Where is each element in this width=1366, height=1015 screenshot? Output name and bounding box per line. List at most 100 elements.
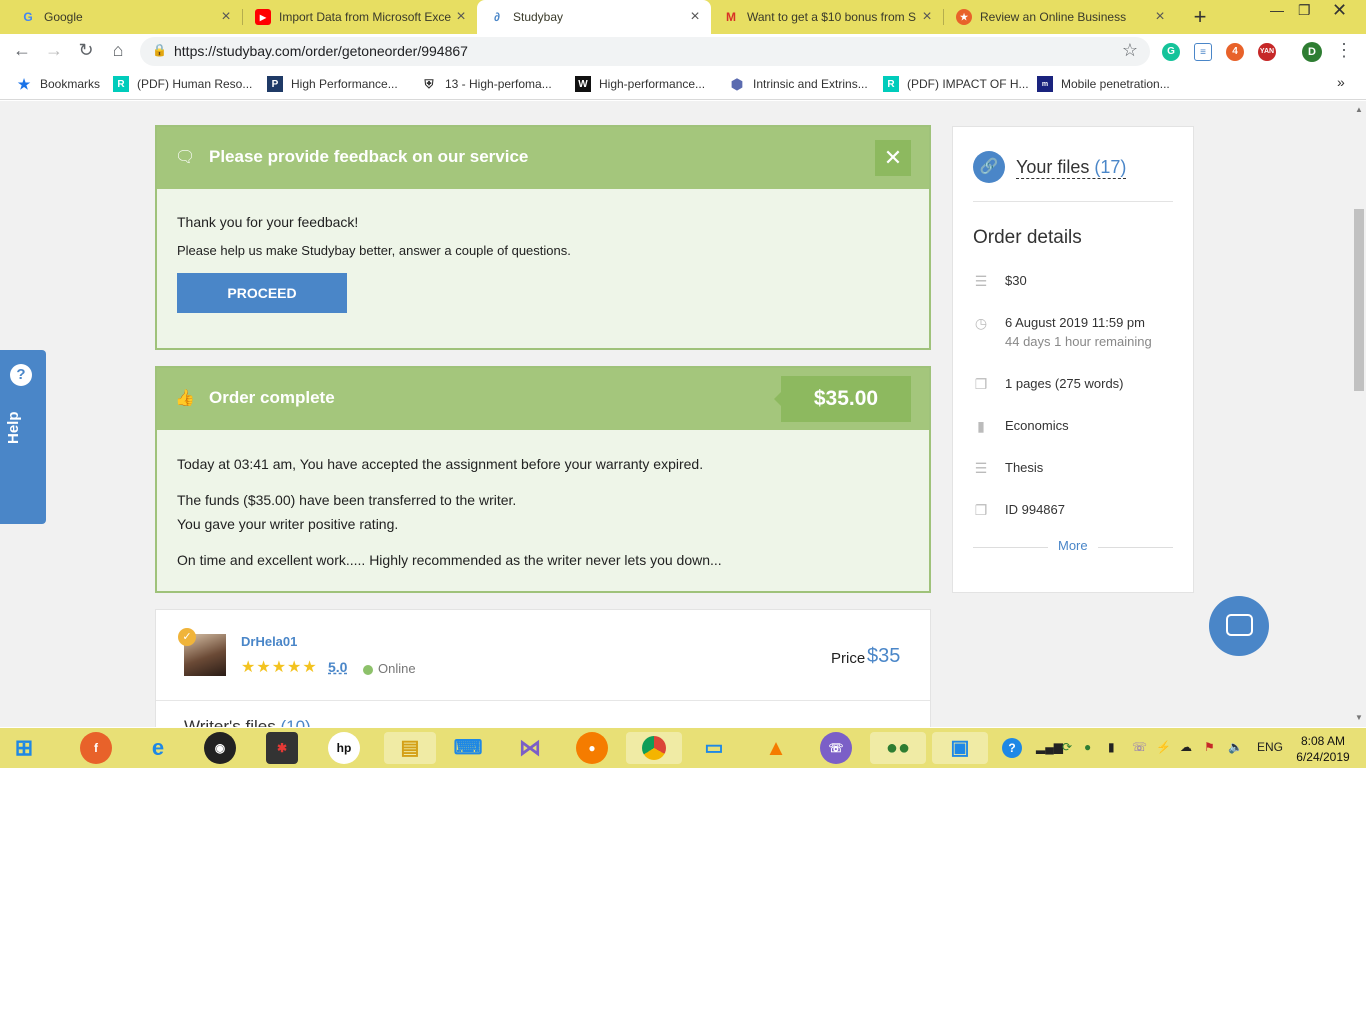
researchgate-icon: R — [883, 76, 899, 92]
signal-icon[interactable]: ▂▄▆ — [1036, 740, 1063, 754]
flag-icon[interactable]: ⚑ — [1204, 740, 1215, 754]
help-tray-icon[interactable]: ? — [1002, 738, 1022, 758]
chrome-icon[interactable] — [626, 732, 682, 764]
vlc-icon[interactable]: ▲ — [760, 732, 792, 764]
visual-studio-icon[interactable]: ⋈ — [514, 732, 546, 764]
scrollbar-thumb[interactable] — [1354, 209, 1364, 391]
close-button[interactable]: ✕ — [875, 140, 911, 176]
tab-title: Google — [44, 10, 83, 24]
camera-app-icon[interactable]: ◉ — [204, 732, 236, 764]
browser-toolbar: ← → ↻ ⌂ 🔒 https://studybay.com/order/get… — [0, 34, 1366, 70]
new-tab-button[interactable]: + — [1188, 4, 1212, 30]
bookmark-label: Mobile penetration... — [1061, 77, 1170, 91]
profile-avatar[interactable]: D — [1302, 42, 1322, 62]
tab-studybay[interactable]: ∂ Studybay × — [477, 0, 711, 34]
restore-icon[interactable]: ❐ — [1298, 2, 1311, 19]
bookmark-item[interactable]: ⬢ Intrinsic and Extrins... — [729, 76, 868, 92]
bookmark-item[interactable]: P High Performance... — [267, 76, 398, 92]
tab-youtube[interactable]: ▶ Import Data from Microsoft Exce × — [243, 0, 477, 34]
site-icon: m — [1037, 76, 1053, 92]
close-icon[interactable]: × — [1152, 8, 1168, 26]
price-badge: $35.00 — [774, 376, 911, 422]
pages-icon: ❐ — [974, 376, 988, 392]
windows-start-icon[interactable]: ⊞ — [8, 732, 40, 764]
media-app-icon[interactable]: ● — [576, 732, 608, 764]
docs-extension-icon[interactable]: ≡ — [1194, 43, 1212, 61]
writer-files-label: Writer's files — [184, 717, 276, 727]
bookmark-item[interactable]: ★ Bookmarks — [16, 76, 100, 92]
paint-app-icon[interactable]: ✱ — [266, 732, 298, 764]
bookmark-label: High-performance... — [599, 77, 706, 91]
viber-icon[interactable]: ☏ — [820, 732, 852, 764]
bookmark-item[interactable]: ⛨ 13 - High-perfoma... — [421, 76, 551, 92]
tab-review[interactable]: ★ Review an Online Business × — [944, 0, 1176, 34]
sync-icon[interactable]: ⟳ — [1062, 740, 1072, 754]
viber-tray-icon[interactable]: ☏ — [1132, 740, 1147, 754]
bookmark-item[interactable]: R (PDF) IMPACT OF H... — [883, 76, 1029, 92]
minimize-icon[interactable]: — — [1270, 2, 1284, 18]
firefox-icon[interactable]: f — [80, 732, 112, 764]
tab-google[interactable]: G Google × — [0, 0, 242, 34]
bookmark-item[interactable]: m Mobile penetration... — [1037, 76, 1170, 92]
bookmark-item[interactable]: W High-performance... — [575, 76, 705, 92]
menu-icon[interactable]: ⋮ — [1332, 40, 1356, 61]
security-tray-icon[interactable]: ⚡ — [1156, 740, 1171, 754]
order-id: ID 994867 — [1005, 502, 1065, 517]
cloud-icon[interactable]: ☁ — [1180, 740, 1192, 754]
page-content: 🗨 Please provide feedback on our service… — [0, 101, 1352, 727]
writer-name[interactable]: DrHela01 — [241, 634, 297, 649]
more-link[interactable]: More — [1058, 538, 1088, 553]
bookmark-label: Intrinsic and Extrins... — [753, 77, 868, 91]
id-icon: ❐ — [974, 502, 988, 518]
internet-explorer-icon[interactable]: e — [142, 732, 174, 764]
bookmark-label: (PDF) Human Reso... — [137, 77, 253, 91]
home-icon[interactable]: ⌂ — [106, 40, 130, 61]
close-icon[interactable]: × — [687, 8, 703, 26]
language-indicator[interactable]: ENG — [1257, 740, 1283, 754]
window-close-icon[interactable]: ✕ — [1332, 0, 1347, 21]
scroll-up-icon[interactable]: ▲ — [1355, 105, 1363, 114]
remote-desktop-icon[interactable]: ▭ — [698, 732, 730, 764]
bookmark-item[interactable]: R (PDF) Human Reso... — [113, 76, 252, 92]
shield-icon: ⛨ — [424, 76, 434, 91]
proceed-button[interactable]: PROCEED — [177, 273, 347, 313]
yandex-extension-icon[interactable]: YAN — [1258, 43, 1276, 61]
bookmark-star-icon[interactable]: ☆ — [1122, 40, 1138, 61]
system-clock[interactable]: 8:08 AM 6/24/2019 — [1290, 733, 1356, 765]
price-icon: ☰ — [974, 273, 988, 289]
tab-gmail[interactable]: M Want to get a $10 bonus from S × — [711, 0, 943, 34]
price-value: $35 — [867, 645, 901, 667]
close-icon[interactable]: × — [218, 8, 234, 26]
subject-icon: ▮ — [977, 418, 985, 434]
wechat-icon[interactable]: ●● — [870, 732, 926, 764]
your-files-link[interactable]: Your files (17) — [1016, 157, 1127, 179]
scroll-down-icon[interactable]: ▼ — [1355, 713, 1363, 722]
price-label: Price — [831, 650, 866, 667]
address-bar[interactable]: 🔒 https://studybay.com/order/getoneorder… — [140, 37, 1150, 66]
bookmarks-overflow-icon[interactable]: » — [1337, 74, 1345, 90]
help-tab[interactable]: ? Help — [0, 350, 46, 524]
clock-date: 6/24/2019 — [1296, 750, 1350, 764]
tab-strip: G Google × ▶ Import Data from Microsoft … — [0, 0, 1366, 34]
chat-bubble-icon — [1226, 614, 1253, 636]
file-explorer-icon[interactable]: ▤ — [384, 732, 436, 764]
chat-button[interactable] — [1209, 596, 1269, 656]
studybay-icon: ∂ — [494, 10, 500, 24]
scrollbar[interactable]: ▲ ▼ — [1352, 101, 1366, 727]
grammarly-icon[interactable]: G — [1162, 43, 1180, 61]
network-manager-icon[interactable]: ▣ — [932, 732, 988, 764]
writer-files-heading[interactable]: Writer's files (10) — [184, 717, 311, 727]
network-app-icon[interactable]: ⌨ — [452, 732, 484, 764]
hp-icon[interactable]: hp — [328, 732, 360, 764]
reload-icon[interactable]: ↻ — [74, 40, 98, 61]
back-icon[interactable]: ← — [10, 40, 34, 61]
wechat-tray-icon[interactable]: ● — [1084, 740, 1091, 754]
extension-badge-icon[interactable]: 4 — [1226, 43, 1244, 61]
forward-icon[interactable]: → — [42, 40, 66, 61]
tab-title: Import Data from Microsoft Exce — [279, 10, 452, 24]
rating-value[interactable]: 5.0 — [328, 659, 347, 675]
battery-icon[interactable]: ▮ — [1108, 740, 1115, 754]
close-icon[interactable]: × — [919, 8, 935, 26]
close-icon[interactable]: × — [453, 8, 469, 26]
volume-icon[interactable]: 🔈 — [1228, 740, 1243, 754]
